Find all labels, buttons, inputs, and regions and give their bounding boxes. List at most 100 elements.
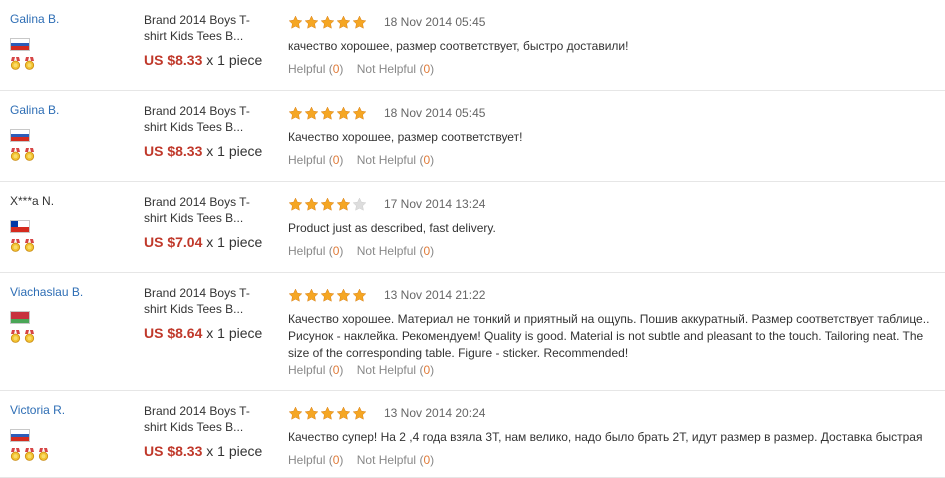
helpful-button[interactable]: Helpful (0) — [288, 244, 343, 258]
star-filled-icon — [320, 15, 335, 29]
review-content: 18 Nov 2014 05:45 качество хорошее, разм… — [288, 14, 940, 76]
star-filled-icon — [320, 197, 335, 211]
medal-icon — [10, 57, 21, 70]
helpful-label: Helpful — [288, 62, 326, 76]
review-text: Product just as described, fast delivery… — [288, 221, 496, 235]
not-helpful-label: Not Helpful — [356, 363, 417, 377]
country-flag-icon — [10, 129, 30, 142]
not-helpful-button[interactable]: Not Helpful (0) — [357, 62, 434, 76]
helpful-votes: Helpful (0) Not Helpful (0) — [288, 244, 444, 258]
country-flag-icon — [10, 429, 30, 442]
star-filled-icon — [352, 288, 367, 302]
star-filled-icon — [288, 15, 303, 29]
not-helpful-count: 0 — [423, 244, 431, 258]
review-item: Victoria R. Brand 2014 Boys T-shirt Kids… — [0, 391, 945, 478]
order-price-line: US $8.64 x 1 piece — [144, 325, 269, 341]
product-info: Brand 2014 Boys T-shirt Kids Tees B... U… — [144, 12, 269, 68]
order-price-line: US $8.33 x 1 piece — [144, 52, 269, 68]
not-helpful-button[interactable]: Not Helpful (0) — [357, 244, 434, 258]
helpful-count: 0 — [332, 453, 340, 467]
star-filled-icon — [336, 106, 351, 120]
star-filled-icon — [288, 106, 303, 120]
medal-icon — [24, 57, 35, 70]
reviewer-name[interactable]: Galina B. — [10, 103, 130, 117]
helpful-button[interactable]: Helpful (0) — [288, 153, 343, 167]
not-helpful-button[interactable]: Not Helpful (0) — [357, 153, 434, 167]
product-title[interactable]: Brand 2014 Boys T-shirt Kids Tees B... — [144, 403, 269, 435]
medal-icon — [24, 148, 35, 161]
medal-icon — [10, 330, 21, 343]
review-date: 13 Nov 2014 20:24 — [384, 406, 486, 420]
reviewer-name[interactable]: Viachaslau B. — [10, 285, 130, 299]
helpful-count: 0 — [332, 62, 340, 76]
buyer-level-medals — [10, 57, 130, 70]
medal-icon — [24, 448, 35, 461]
helpful-button[interactable]: Helpful (0) — [288, 363, 343, 377]
medal-icon — [38, 448, 49, 461]
reviewer-name[interactable]: Victoria R. — [10, 403, 130, 417]
star-filled-icon — [304, 106, 319, 120]
not-helpful-count: 0 — [423, 153, 431, 167]
rating-line: 13 Nov 2014 21:22 — [288, 287, 940, 303]
order-price-line: US $8.33 x 1 piece — [144, 443, 269, 459]
review-date: 18 Nov 2014 05:45 — [384, 106, 486, 120]
star-filled-icon — [288, 197, 303, 211]
order-price: US $8.33 — [144, 143, 203, 159]
star-filled-icon — [320, 288, 335, 302]
not-helpful-button[interactable]: Not Helpful (0) — [357, 363, 434, 377]
reviewer-name[interactable]: X***a N. — [10, 194, 130, 208]
review-item: Viachaslau B. Brand 2014 Boys T-shirt Ki… — [0, 273, 945, 391]
order-quantity: x 1 piece — [202, 234, 263, 250]
helpful-count: 0 — [332, 153, 340, 167]
review-text: Качество супер! На 2 ,4 года взяла 3Т, н… — [288, 430, 923, 444]
star-rating — [288, 197, 368, 212]
helpful-votes: Helpful (0) Not Helpful (0) — [288, 363, 444, 377]
order-price-line: US $8.33 x 1 piece — [144, 143, 269, 159]
star-empty-icon — [352, 197, 367, 211]
medal-icon — [24, 239, 35, 252]
not-helpful-label: Not Helpful — [356, 153, 417, 167]
medal-icon — [10, 239, 21, 252]
helpful-button[interactable]: Helpful (0) — [288, 453, 343, 467]
medal-icon — [24, 330, 35, 343]
rating-line: 17 Nov 2014 13:24 — [288, 196, 940, 212]
helpful-votes: Helpful (0) Not Helpful (0) — [288, 62, 444, 76]
product-info: Brand 2014 Boys T-shirt Kids Tees B... U… — [144, 403, 269, 459]
review-item: Galina B. Brand 2014 Boys T-shirt Kids T… — [0, 0, 945, 91]
helpful-count: 0 — [332, 244, 340, 258]
product-title[interactable]: Brand 2014 Boys T-shirt Kids Tees B... — [144, 285, 269, 317]
star-filled-icon — [320, 106, 335, 120]
helpful-label: Helpful — [288, 453, 326, 467]
order-price: US $7.04 — [144, 234, 203, 250]
helpful-label: Helpful — [288, 153, 326, 167]
not-helpful-label: Not Helpful — [356, 453, 417, 467]
rating-line: 13 Nov 2014 20:24 — [288, 405, 940, 421]
order-quantity: x 1 piece — [202, 52, 263, 68]
medal-icon — [10, 148, 21, 161]
star-filled-icon — [336, 197, 351, 211]
review-content: 18 Nov 2014 05:45 Качество хорошее, разм… — [288, 105, 940, 167]
not-helpful-label: Not Helpful — [356, 244, 417, 258]
review-date: 18 Nov 2014 05:45 — [384, 15, 486, 29]
star-filled-icon — [352, 406, 367, 420]
medal-icon — [10, 448, 21, 461]
reviewer-name[interactable]: Galina B. — [10, 12, 130, 26]
star-filled-icon — [288, 406, 303, 420]
star-filled-icon — [304, 406, 319, 420]
country-flag-icon — [10, 220, 30, 233]
not-helpful-button[interactable]: Not Helpful (0) — [357, 453, 434, 467]
product-title[interactable]: Brand 2014 Boys T-shirt Kids Tees B... — [144, 12, 269, 44]
product-title[interactable]: Brand 2014 Boys T-shirt Kids Tees B... — [144, 103, 269, 135]
review-date: 17 Nov 2014 13:24 — [384, 197, 486, 211]
star-filled-icon — [336, 406, 351, 420]
review-text: качество хорошее, размер соответствует, … — [288, 39, 629, 53]
country-flag-icon — [10, 38, 30, 51]
buyer-level-medals — [10, 148, 130, 161]
reviewer-info: Galina B. — [10, 12, 130, 70]
product-title[interactable]: Brand 2014 Boys T-shirt Kids Tees B... — [144, 194, 269, 226]
star-filled-icon — [352, 106, 367, 120]
helpful-button[interactable]: Helpful (0) — [288, 62, 343, 76]
star-filled-icon — [320, 406, 335, 420]
buyer-level-medals — [10, 330, 130, 343]
order-price: US $8.33 — [144, 52, 203, 68]
